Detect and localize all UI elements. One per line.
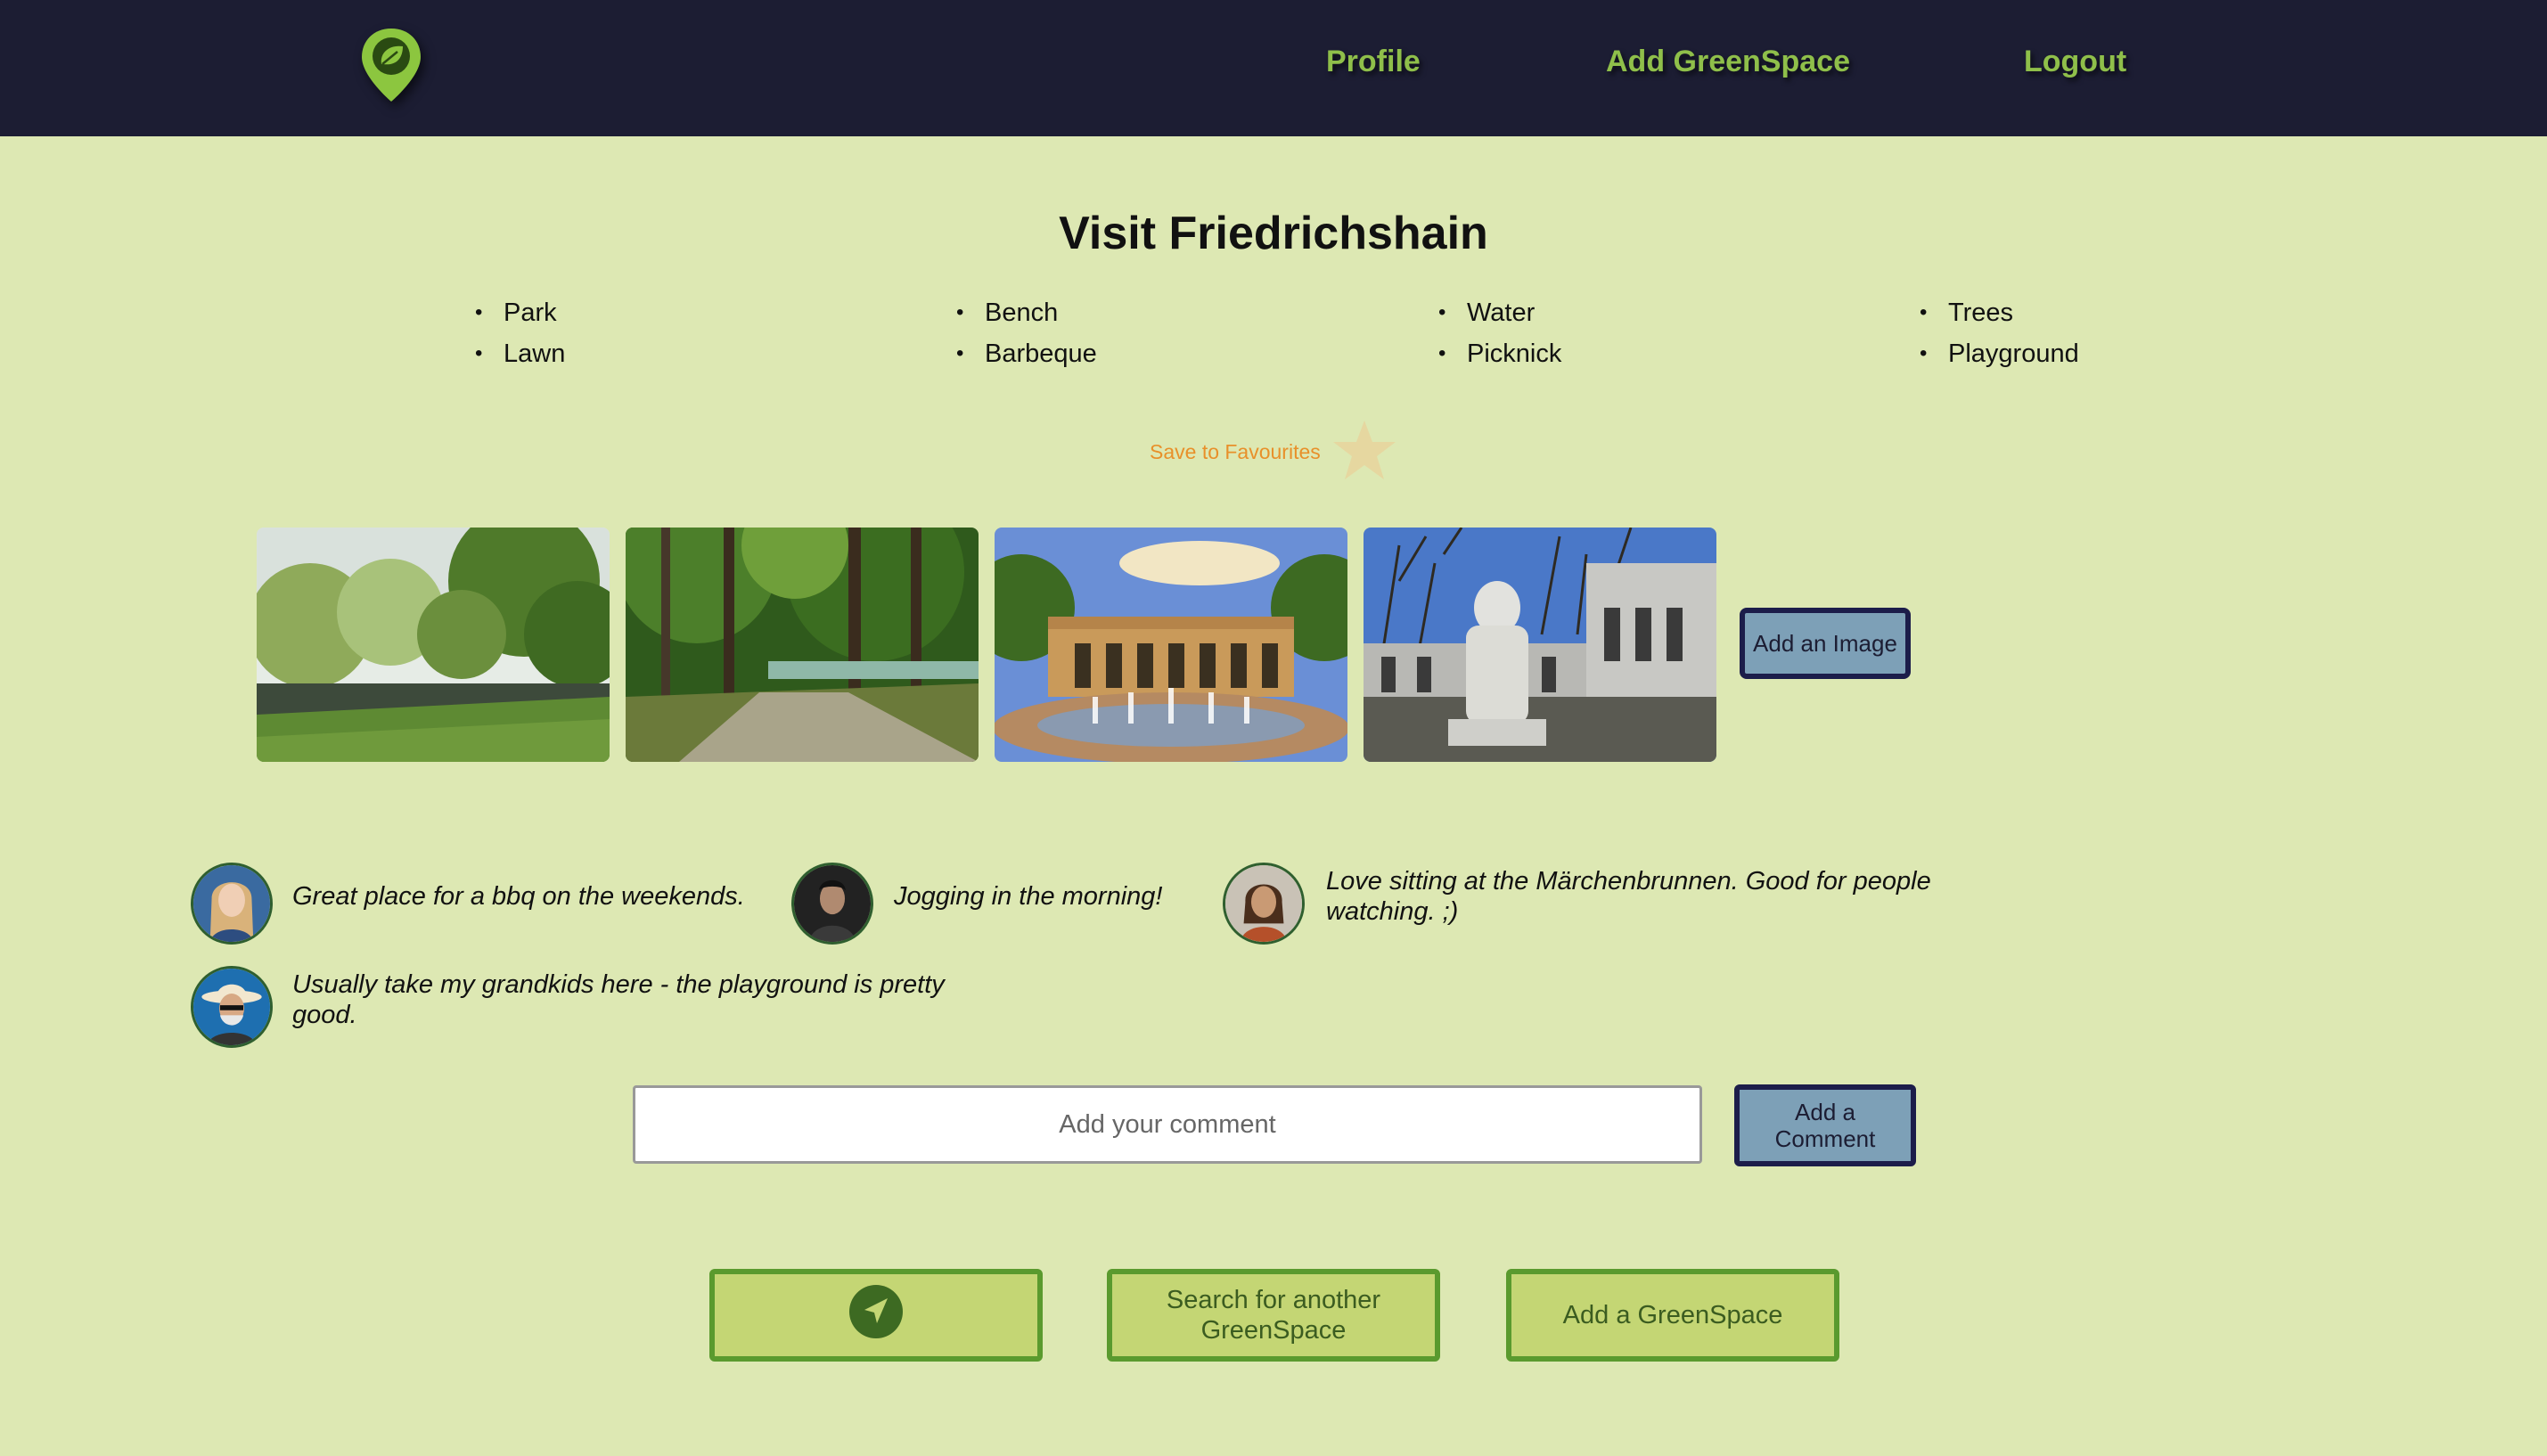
locate-me-button[interactable] (709, 1269, 1043, 1362)
greenspace-photo-statue[interactable] (1364, 528, 1716, 762)
greenspace-photo-forest-path[interactable] (626, 528, 979, 762)
feature-list: Park Lawn (475, 292, 565, 374)
feature-item: Water (1438, 292, 1561, 333)
add-image-button[interactable]: Add an Image (1740, 608, 1911, 679)
greenspace-photo-lake[interactable] (257, 528, 610, 762)
avatar (1223, 863, 1305, 945)
feature-item: Picknick (1438, 333, 1561, 374)
feature-item: Park (475, 292, 565, 333)
feature-item: Barbeque (956, 333, 1097, 374)
avatar (791, 863, 873, 945)
avatar (191, 863, 273, 945)
comment-text: Great place for a bbq on the weekends. (292, 882, 745, 911)
feature-item: Trees (1920, 292, 2079, 333)
top-nav-bar: Profile Add GreenSpace Logout (0, 0, 2547, 136)
comment-input[interactable] (633, 1085, 1702, 1164)
feature-item: Lawn (475, 333, 565, 374)
add-comment-button[interactable]: Add a Comment (1734, 1084, 1916, 1166)
star-icon[interactable] (1331, 417, 1397, 483)
map-pin-leaf-icon[interactable] (358, 27, 424, 103)
feature-item: Bench (956, 292, 1097, 333)
feature-list: Water Picknick (1438, 292, 1561, 374)
feature-list: Trees Playground (1920, 292, 2079, 374)
nav-add-greenspace-link[interactable]: Add GreenSpace (1606, 45, 1850, 79)
avatar (191, 966, 273, 1048)
save-to-favourites-label: Save to Favourites (1150, 440, 1321, 463)
greenspace-photo-fountain[interactable] (995, 528, 1347, 762)
nav-profile-link[interactable]: Profile (1326, 45, 1421, 79)
comment-text: Love sitting at the Märchenbrunnen. Good… (1326, 867, 1931, 926)
search-greenspace-button[interactable]: Search for another GreenSpace (1107, 1269, 1440, 1362)
feature-item: Playground (1920, 333, 2079, 374)
comment-text: Usually take my grandkids here - the pla… (292, 970, 945, 1029)
feature-list: Bench Barbeque (956, 292, 1097, 374)
add-greenspace-button[interactable]: Add a GreenSpace (1506, 1269, 1839, 1362)
page-title: Visit Friedrichshain (1059, 208, 1488, 259)
nav-logout-link[interactable]: Logout (2024, 45, 2126, 79)
comment-text: Jogging in the morning! (894, 882, 1163, 911)
navigation-arrow-icon (848, 1284, 904, 1346)
